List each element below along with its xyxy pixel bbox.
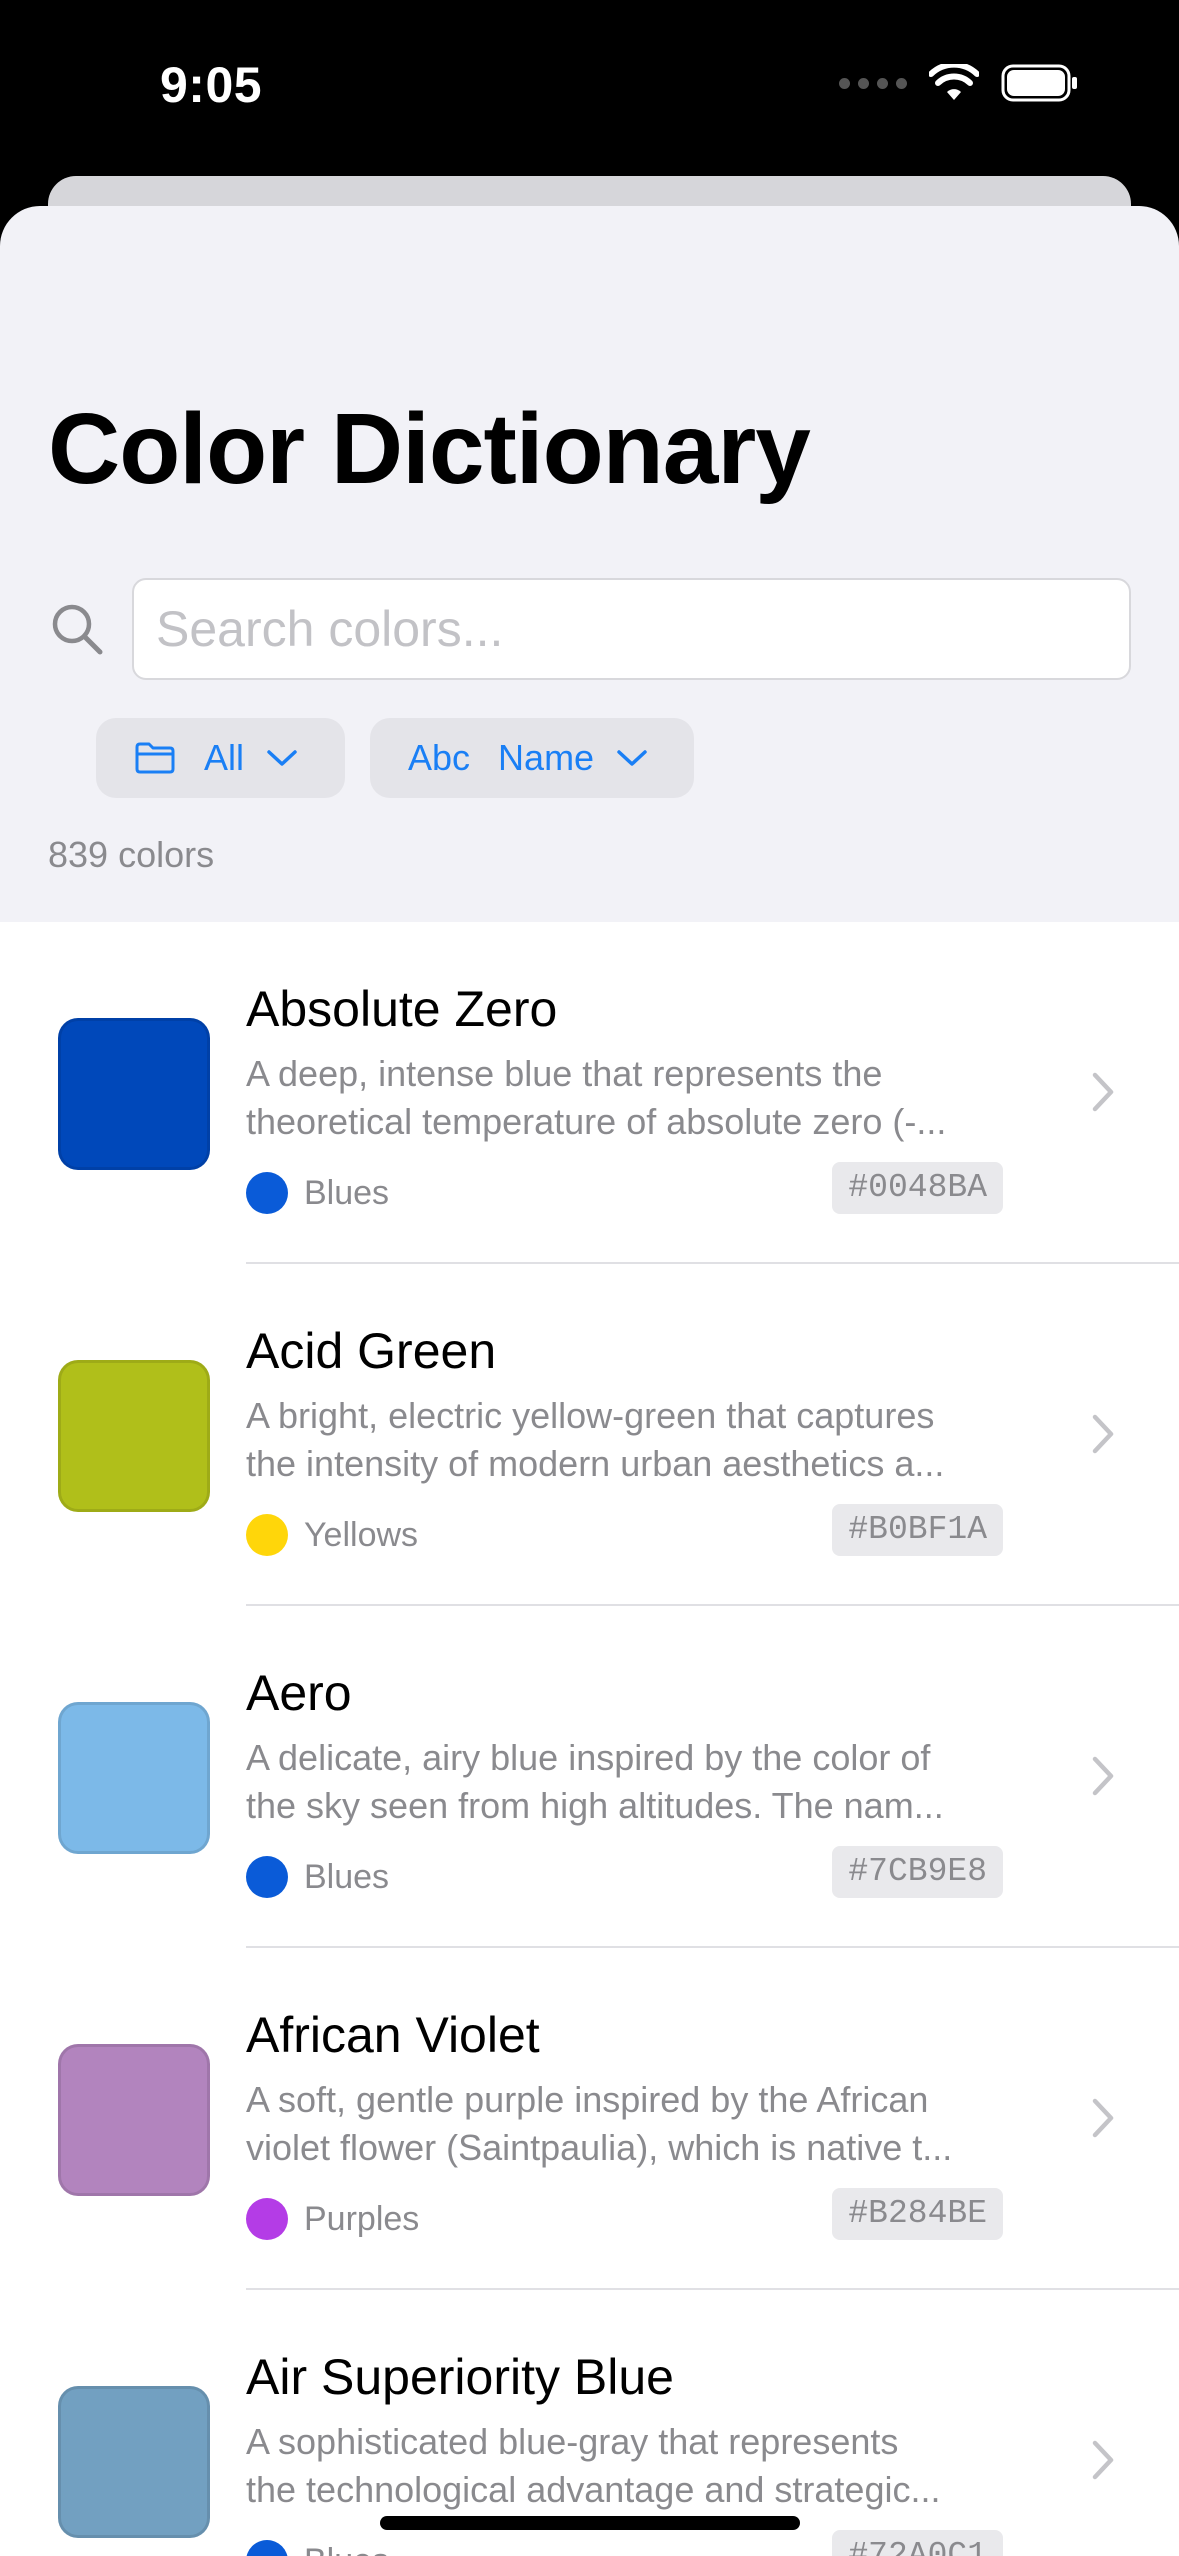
chevron-right-icon — [1092, 1072, 1114, 1112]
color-family: Yellows — [246, 1514, 418, 1556]
chevron-right-icon — [1092, 1414, 1114, 1454]
color-swatch — [58, 1360, 210, 1512]
color-row[interactable]: Acid Green A bright, electric yellow-gre… — [0, 1264, 1179, 1606]
chevron-down-icon — [616, 748, 648, 768]
family-dot-icon — [246, 2198, 288, 2240]
sort-label: Name — [498, 737, 595, 778]
hex-badge: #B284BE — [832, 2188, 1003, 2240]
color-swatch — [58, 1018, 210, 1170]
hex-badge: #7CB9E8 — [832, 1846, 1003, 1898]
folder-icon — [135, 742, 175, 774]
color-name: Aero — [246, 1665, 352, 1721]
family-dot-icon — [246, 2540, 288, 2556]
color-description: A deep, intense blue that represents the… — [246, 1053, 947, 1142]
color-description: A soft, gentle purple inspired by the Af… — [246, 2079, 953, 2168]
search-icon — [52, 604, 103, 655]
color-dictionary-sheet: Color Dictionary All Abc Name 839 colors… — [0, 206, 1179, 2556]
color-family: Purples — [246, 2198, 419, 2240]
search-input[interactable] — [132, 578, 1131, 680]
color-row[interactable]: Aero A delicate, airy blue inspired by t… — [0, 1606, 1179, 1948]
color-swatch — [58, 1702, 210, 1854]
category-filter-button[interactable]: All — [96, 718, 345, 798]
family-dot-icon — [246, 1514, 288, 1556]
color-row[interactable]: Absolute Zero A deep, intense blue that … — [0, 922, 1179, 1264]
status-time: 9:05 — [160, 57, 263, 113]
family-dot-icon — [246, 1856, 288, 1898]
color-name: Absolute Zero — [246, 981, 558, 1037]
battery-icon — [1001, 64, 1077, 102]
sort-abc-icon: Abc — [408, 737, 471, 778]
color-swatch — [58, 2044, 210, 2196]
chevron-right-icon — [1092, 1756, 1114, 1796]
chevron-right-icon — [1092, 2098, 1114, 2138]
wifi-icon — [929, 64, 979, 100]
cellular-signal-icon — [839, 77, 907, 89]
color-description: A sophisticated blue-gray that represent… — [246, 2421, 941, 2510]
color-list: Absolute Zero A deep, intense blue that … — [0, 922, 1179, 2556]
color-family: Blues — [246, 1172, 389, 1214]
color-row[interactable]: African Violet A soft, gentle purple ins… — [0, 1948, 1179, 2290]
color-family: Blues — [246, 1856, 389, 1898]
sort-button[interactable]: Abc Name — [370, 718, 694, 798]
status-icons — [839, 64, 1079, 102]
chevron-down-icon — [266, 748, 298, 768]
hex-badge: #0048BA — [832, 1162, 1003, 1214]
color-name: African Violet — [246, 2007, 540, 2063]
color-name: Acid Green — [246, 1323, 497, 1379]
color-swatch — [58, 2386, 210, 2538]
family-dot-icon — [246, 1172, 288, 1214]
color-description: A bright, electric yellow-green that cap… — [246, 1395, 945, 1484]
home-indicator — [380, 2516, 800, 2530]
color-name: Air Superiority Blue — [246, 2349, 674, 2405]
color-description: A delicate, airy blue inspired by the co… — [246, 1737, 944, 1826]
category-filter-label: All — [204, 737, 245, 778]
color-family: Blues — [246, 2540, 389, 2556]
page-title: Color Dictionary — [48, 393, 811, 505]
hex-badge: #72A0C1 — [832, 2530, 1003, 2556]
status-bar: 9:05 — [0, 0, 1179, 180]
color-count: 839 colors — [48, 834, 215, 875]
chevron-right-icon — [1092, 2440, 1114, 2480]
hex-badge: #B0BF1A — [832, 1504, 1003, 1556]
